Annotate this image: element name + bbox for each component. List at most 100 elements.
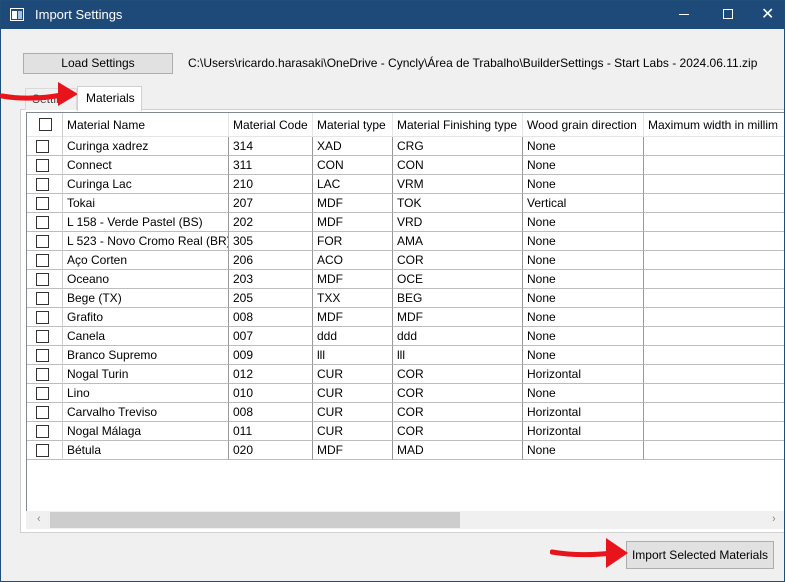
cell-grain-direction[interactable]: Horizontal — [523, 422, 644, 441]
cell-material-name[interactable]: Grafito — [63, 308, 229, 327]
import-selected-materials-button[interactable]: Import Selected Materials — [626, 541, 774, 569]
table-row[interactable]: Branco Supremo 009 lll lll None — [27, 346, 784, 365]
scroll-right-icon[interactable]: › — [772, 513, 776, 525]
table-row[interactable]: Aço Corten 206 ACO COR None — [27, 251, 784, 270]
row-checkbox[interactable] — [36, 292, 49, 305]
cell-grain-direction[interactable]: None — [523, 441, 644, 460]
cell-material-name[interactable]: Canela — [63, 327, 229, 346]
row-checkbox[interactable] — [36, 444, 49, 457]
cell-material-code[interactable]: 205 — [229, 289, 313, 308]
row-checkbox[interactable] — [36, 197, 49, 210]
table-row[interactable]: Tokai 207 MDF TOK Vertical — [27, 194, 784, 213]
cell-material-code[interactable]: 007 — [229, 327, 313, 346]
cell-finishing-type[interactable]: lll — [393, 346, 523, 365]
cell-finishing-type[interactable]: VRD — [393, 213, 523, 232]
table-row[interactable]: Carvalho Treviso 008 CUR COR Horizontal — [27, 403, 784, 422]
cell-material-name[interactable]: Curinga Lac — [63, 175, 229, 194]
cell-finishing-type[interactable]: COR — [393, 403, 523, 422]
cell-material-name[interactable]: Curinga xadrez — [63, 137, 229, 156]
cell-material-code[interactable]: 011 — [229, 422, 313, 441]
cell-finishing-type[interactable]: COR — [393, 251, 523, 270]
cell-material-code[interactable]: 207 — [229, 194, 313, 213]
scroll-left-icon[interactable]: ‹ — [37, 513, 41, 525]
row-checkbox[interactable] — [36, 387, 49, 400]
cell-material-code[interactable]: 008 — [229, 403, 313, 422]
cell-grain-direction[interactable]: Vertical — [523, 194, 644, 213]
cell-grain-direction[interactable]: None — [523, 156, 644, 175]
cell-material-name[interactable]: Aço Corten — [63, 251, 229, 270]
cell-material-type[interactable]: MDF — [313, 270, 393, 289]
cell-max-width[interactable] — [644, 403, 784, 422]
row-checkbox[interactable] — [36, 406, 49, 419]
cell-finishing-type[interactable]: TOK — [393, 194, 523, 213]
cell-finishing-type[interactable]: MDF — [393, 308, 523, 327]
table-row[interactable]: Bege (TX) 205 TXX BEG None — [27, 289, 784, 308]
cell-material-name[interactable]: Bétula — [63, 441, 229, 460]
table-row[interactable]: Lino 010 CUR COR None — [27, 384, 784, 403]
cell-material-type[interactable]: TXX — [313, 289, 393, 308]
cell-material-code[interactable]: 020 — [229, 441, 313, 460]
table-row[interactable]: Curinga Lac 210 LAC VRM None — [27, 175, 784, 194]
cell-material-name[interactable]: Tokai — [63, 194, 229, 213]
cell-max-width[interactable] — [644, 384, 784, 403]
cell-grain-direction[interactable]: Horizontal — [523, 403, 644, 422]
cell-max-width[interactable] — [644, 365, 784, 384]
cell-grain-direction[interactable]: None — [523, 308, 644, 327]
cell-grain-direction[interactable]: None — [523, 270, 644, 289]
cell-max-width[interactable] — [644, 327, 784, 346]
table-row[interactable]: L 158 - Verde Pastel (BS) 202 MDF VRD None — [27, 213, 784, 232]
row-checkbox[interactable] — [36, 178, 49, 191]
cell-max-width[interactable] — [644, 213, 784, 232]
table-row[interactable]: Connect 311 CON CON None — [27, 156, 784, 175]
cell-material-code[interactable]: 210 — [229, 175, 313, 194]
table-row[interactable]: Oceano 203 MDF OCE None — [27, 270, 784, 289]
cell-material-code[interactable]: 206 — [229, 251, 313, 270]
cell-grain-direction[interactable]: None — [523, 175, 644, 194]
cell-material-name[interactable]: Oceano — [63, 270, 229, 289]
cell-material-type[interactable]: CUR — [313, 384, 393, 403]
row-checkbox[interactable] — [36, 273, 49, 286]
row-checkbox[interactable] — [36, 311, 49, 324]
row-checkbox[interactable] — [36, 140, 49, 153]
cell-material-code[interactable]: 202 — [229, 213, 313, 232]
cell-grain-direction[interactable]: None — [523, 384, 644, 403]
cell-material-name[interactable]: Branco Supremo — [63, 346, 229, 365]
cell-finishing-type[interactable]: MAD — [393, 441, 523, 460]
cell-max-width[interactable] — [644, 441, 784, 460]
cell-grain-direction[interactable]: None — [523, 327, 644, 346]
column-header-material-code[interactable]: Material Code — [229, 113, 313, 137]
cell-grain-direction[interactable]: None — [523, 251, 644, 270]
table-row[interactable]: Canela 007 ddd ddd None — [27, 327, 784, 346]
cell-max-width[interactable] — [644, 251, 784, 270]
cell-finishing-type[interactable]: COR — [393, 422, 523, 441]
cell-finishing-type[interactable]: COR — [393, 384, 523, 403]
cell-material-code[interactable]: 314 — [229, 137, 313, 156]
row-checkbox[interactable] — [36, 349, 49, 362]
table-row[interactable]: Bétula 020 MDF MAD None — [27, 441, 784, 460]
cell-grain-direction[interactable]: None — [523, 289, 644, 308]
cell-material-name[interactable]: Lino — [63, 384, 229, 403]
cell-material-name[interactable]: L 158 - Verde Pastel (BS) — [63, 213, 229, 232]
cell-finishing-type[interactable]: CRG — [393, 137, 523, 156]
cell-max-width[interactable] — [644, 156, 784, 175]
table-row[interactable]: Grafito 008 MDF MDF None — [27, 308, 784, 327]
column-header-grain-direction[interactable]: Wood grain direction — [523, 113, 644, 137]
cell-finishing-type[interactable]: AMA — [393, 232, 523, 251]
column-header-max-width[interactable]: Maximum width in millim — [644, 113, 784, 137]
table-row[interactable]: Nogal Málaga 011 CUR COR Horizontal — [27, 422, 784, 441]
close-button[interactable]: ✕ — [751, 1, 784, 29]
cell-finishing-type[interactable]: VRM — [393, 175, 523, 194]
cell-finishing-type[interactable]: COR — [393, 365, 523, 384]
cell-material-type[interactable]: ddd — [313, 327, 393, 346]
cell-material-name[interactable]: Bege (TX) — [63, 289, 229, 308]
table-row[interactable]: Curinga xadrez 314 XAD CRG None — [27, 137, 784, 156]
cell-material-type[interactable]: CUR — [313, 422, 393, 441]
cell-material-code[interactable]: 305 — [229, 232, 313, 251]
cell-grain-direction[interactable]: None — [523, 213, 644, 232]
cell-material-type[interactable]: MDF — [313, 213, 393, 232]
cell-finishing-type[interactable]: CON — [393, 156, 523, 175]
cell-max-width[interactable] — [644, 289, 784, 308]
cell-material-name[interactable]: Nogal Málaga — [63, 422, 229, 441]
column-header-material-name[interactable]: Material Name — [63, 113, 229, 137]
cell-grain-direction[interactable]: None — [523, 346, 644, 365]
